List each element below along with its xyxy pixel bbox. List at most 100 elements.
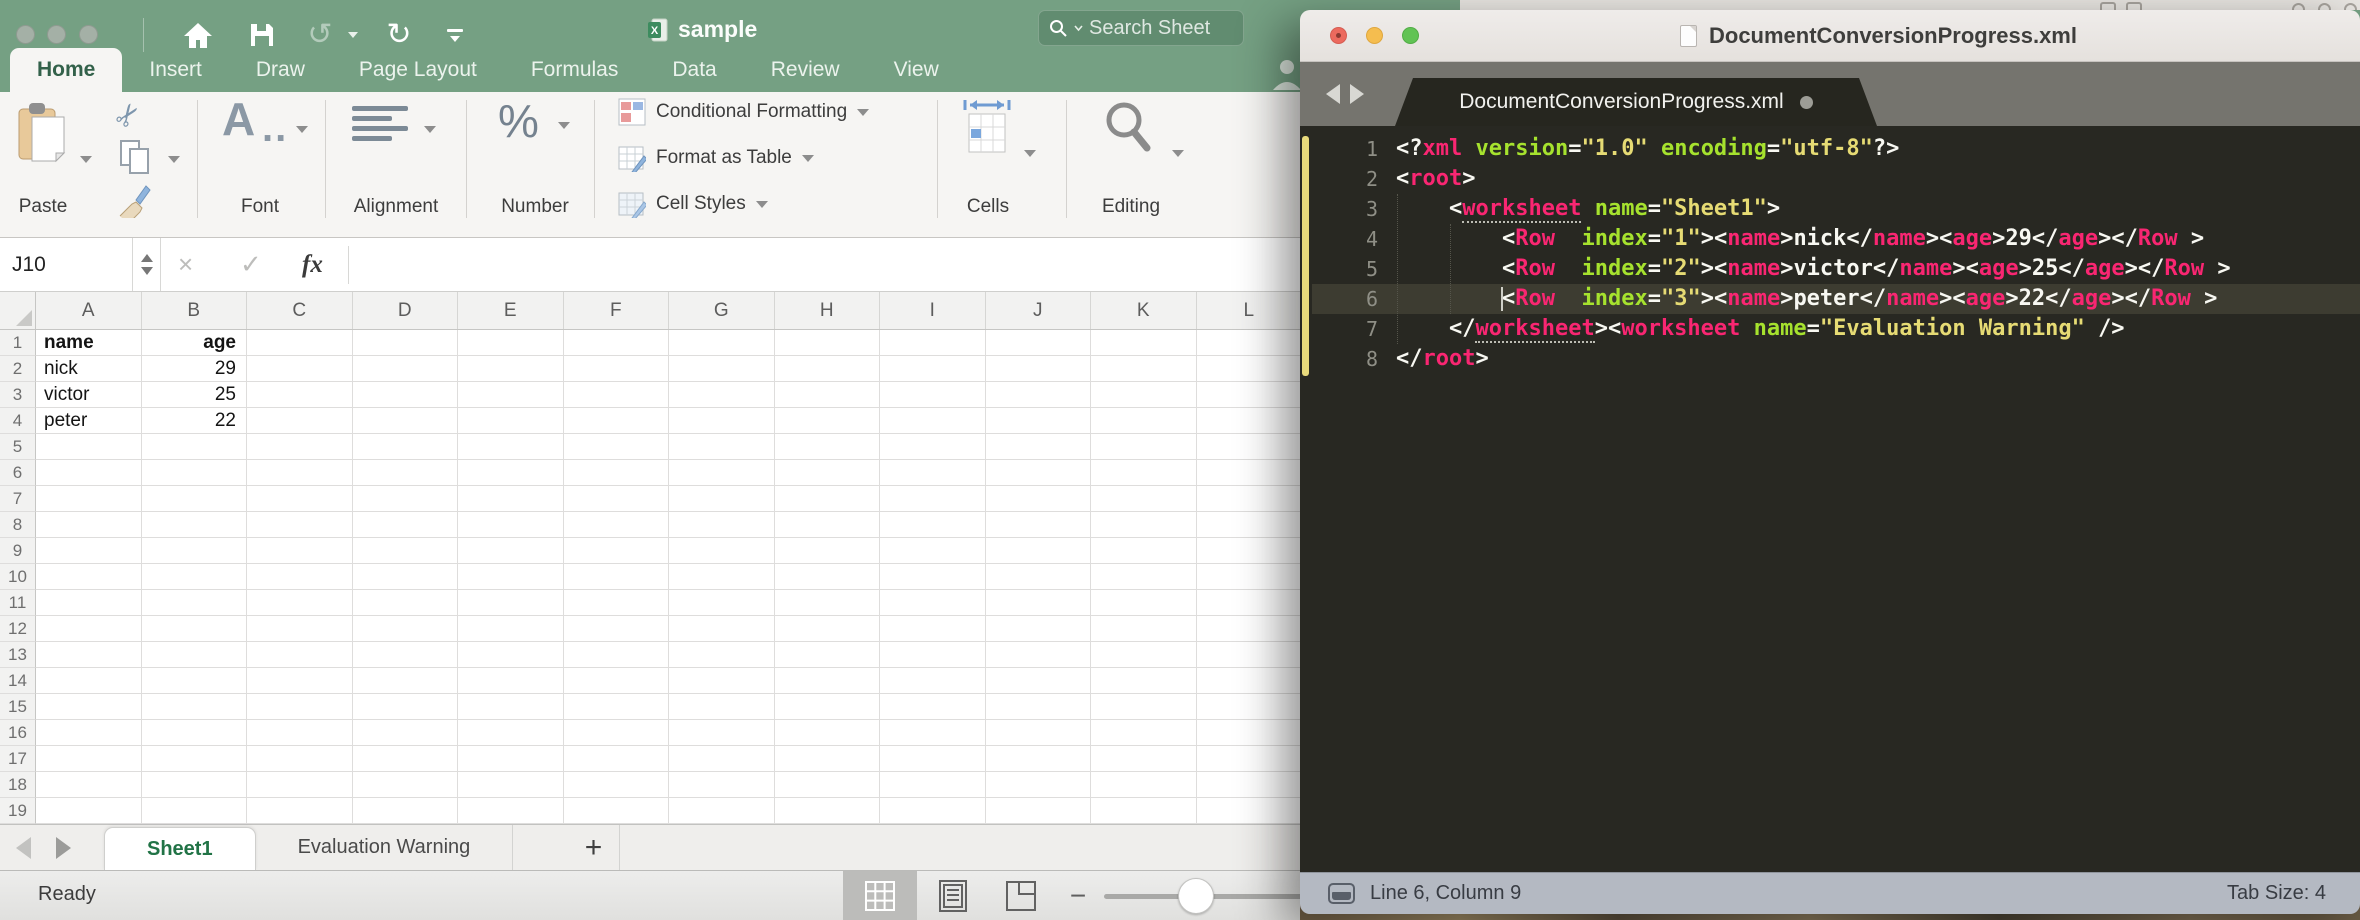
cell-b1[interactable]: age — [142, 330, 248, 356]
row-header-14[interactable]: 14 — [0, 668, 36, 694]
cell-k16[interactable] — [1091, 720, 1197, 746]
paste-dropdown-caret-icon[interactable] — [80, 150, 92, 168]
cell-g3[interactable] — [669, 382, 775, 408]
cell-l1[interactable] — [1197, 330, 1303, 356]
cell-k4[interactable] — [1091, 408, 1197, 434]
cell-b19[interactable] — [142, 798, 248, 824]
cell-a4[interactable]: peter — [36, 408, 142, 434]
cell-d1[interactable] — [353, 330, 459, 356]
number-percent-icon[interactable]: % — [498, 94, 539, 148]
cell-a5[interactable] — [36, 434, 142, 460]
ribbon-tab-insert[interactable]: Insert — [122, 48, 229, 92]
ribbon-tab-review[interactable]: Review — [744, 48, 867, 92]
cell-b3[interactable]: 25 — [142, 382, 248, 408]
cell-h3[interactable] — [775, 382, 881, 408]
cell-b15[interactable] — [142, 694, 248, 720]
conditional-formatting-button[interactable]: Conditional Formatting — [618, 98, 869, 126]
cell-g7[interactable] — [669, 486, 775, 512]
zoom-window-button[interactable] — [79, 25, 98, 44]
cell-e3[interactable] — [458, 382, 564, 408]
cell-k3[interactable] — [1091, 382, 1197, 408]
alignment-label[interactable]: Alignment — [344, 196, 448, 218]
cell-a18[interactable] — [36, 772, 142, 798]
cell-k1[interactable] — [1091, 330, 1197, 356]
font-dropdown-caret-icon[interactable] — [296, 120, 308, 138]
minimize-window-button[interactable] — [1366, 27, 1383, 44]
cell-b14[interactable] — [142, 668, 248, 694]
cell-i6[interactable] — [880, 460, 986, 486]
column-header-f[interactable]: F — [564, 292, 670, 329]
cell-d3[interactable] — [353, 382, 459, 408]
sheet-scroll-right-icon[interactable] — [56, 837, 71, 859]
cell-i9[interactable] — [880, 538, 986, 564]
column-header-c[interactable]: C — [247, 292, 353, 329]
cell-h15[interactable] — [775, 694, 881, 720]
cell-e17[interactable] — [458, 746, 564, 772]
spinner-down-icon[interactable] — [141, 267, 153, 275]
cell-l2[interactable] — [1197, 356, 1303, 382]
cell-d11[interactable] — [353, 590, 459, 616]
cell-e9[interactable] — [458, 538, 564, 564]
cell-k8[interactable] — [1091, 512, 1197, 538]
paste-icon[interactable] — [18, 102, 68, 169]
cell-k2[interactable] — [1091, 356, 1197, 382]
close-window-button[interactable] — [1330, 27, 1347, 44]
cell-d7[interactable] — [353, 486, 459, 512]
add-sheet-button[interactable]: + — [568, 825, 620, 870]
cell-g1[interactable] — [669, 330, 775, 356]
cell-c2[interactable] — [247, 356, 353, 382]
cell-c1[interactable] — [247, 330, 353, 356]
cut-icon[interactable]: ✂ — [107, 95, 150, 136]
cell-b9[interactable] — [142, 538, 248, 564]
cell-d10[interactable] — [353, 564, 459, 590]
editing-label[interactable]: Editing — [1088, 196, 1174, 218]
row-header-1[interactable]: 1 — [0, 330, 36, 356]
cell-j14[interactable] — [986, 668, 1092, 694]
cell-j18[interactable] — [986, 772, 1092, 798]
row-header-2[interactable]: 2 — [0, 356, 36, 382]
search-sheet-input[interactable]: Search Sheet — [1038, 10, 1244, 46]
column-header-g[interactable]: G — [669, 292, 775, 329]
cell-h16[interactable] — [775, 720, 881, 746]
copy-dropdown-caret-icon[interactable] — [168, 150, 180, 168]
cell-c16[interactable] — [247, 720, 353, 746]
cell-g11[interactable] — [669, 590, 775, 616]
cell-h9[interactable] — [775, 538, 881, 564]
cell-b4[interactable]: 22 — [142, 408, 248, 434]
cell-i15[interactable] — [880, 694, 986, 720]
page-layout-view-button[interactable] — [930, 871, 976, 920]
cell-a14[interactable] — [36, 668, 142, 694]
code-editor[interactable]: 1<?xml version="1.0" encoding="utf-8"?>2… — [1300, 126, 2360, 872]
cell-e18[interactable] — [458, 772, 564, 798]
cell-c7[interactable] — [247, 486, 353, 512]
cell-f11[interactable] — [564, 590, 670, 616]
cell-a3[interactable]: victor — [36, 382, 142, 408]
cell-b10[interactable] — [142, 564, 248, 590]
cell-h14[interactable] — [775, 668, 881, 694]
cell-i18[interactable] — [880, 772, 986, 798]
ribbon-tab-draw[interactable]: Draw — [229, 48, 332, 92]
cell-b16[interactable] — [142, 720, 248, 746]
sheet-scroll-left-icon[interactable] — [16, 837, 31, 859]
column-header-l[interactable]: L — [1197, 292, 1303, 329]
cell-d2[interactable] — [353, 356, 459, 382]
cell-g18[interactable] — [669, 772, 775, 798]
row-header-11[interactable]: 11 — [0, 590, 36, 616]
cell-c13[interactable] — [247, 642, 353, 668]
cell-l15[interactable] — [1197, 694, 1303, 720]
cell-i2[interactable] — [880, 356, 986, 382]
cell-d18[interactable] — [353, 772, 459, 798]
paste-label[interactable]: Paste — [8, 196, 78, 218]
cell-g12[interactable] — [669, 616, 775, 642]
cell-f7[interactable] — [564, 486, 670, 512]
column-header-h[interactable]: H — [775, 292, 881, 329]
font-label[interactable]: Font — [218, 196, 302, 218]
cell-h4[interactable] — [775, 408, 881, 434]
close-window-button[interactable] — [16, 25, 35, 44]
cell-f9[interactable] — [564, 538, 670, 564]
cell-j7[interactable] — [986, 486, 1092, 512]
cell-a17[interactable] — [36, 746, 142, 772]
cell-i8[interactable] — [880, 512, 986, 538]
cell-a12[interactable] — [36, 616, 142, 642]
row-header-5[interactable]: 5 — [0, 434, 36, 460]
